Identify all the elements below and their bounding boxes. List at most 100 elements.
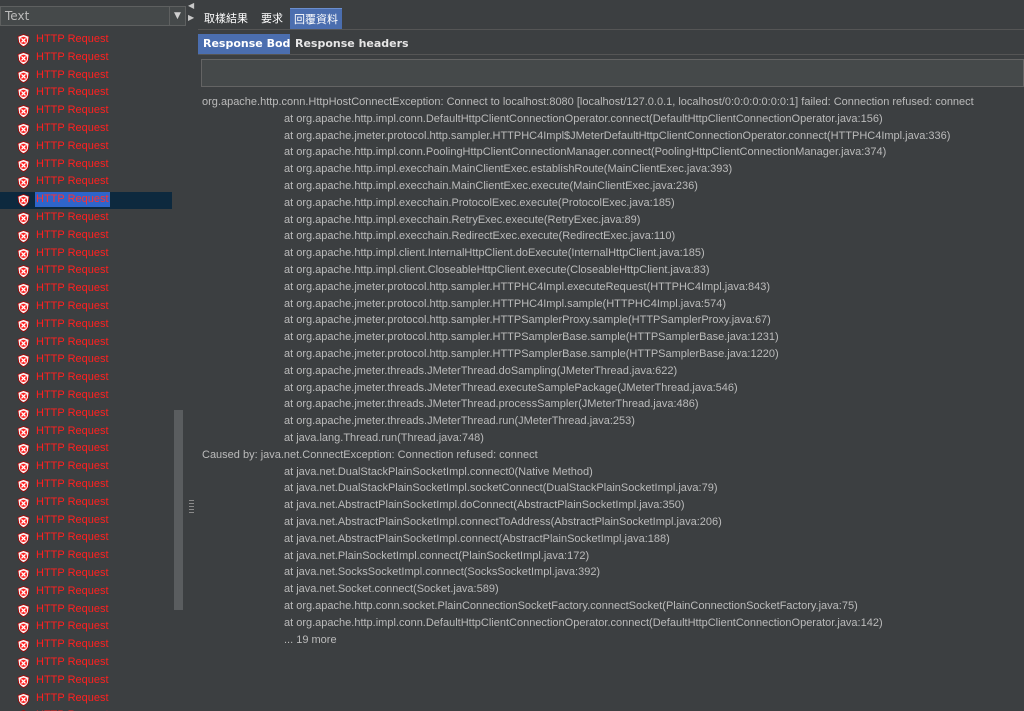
tree-item-http-request[interactable]: HTTP Request [0,210,172,227]
stack-frame-line: at org.apache.http.impl.execchain.RetryE… [284,213,641,226]
error-shield-icon [17,318,30,332]
tree-item-http-request[interactable]: HTTP Request [0,691,172,708]
stack-frame-line: at org.apache.jmeter.threads.JMeterThrea… [284,364,678,377]
error-shield-icon [17,123,30,136]
tree-item-http-request[interactable]: HTTP Request [0,174,172,191]
stack-frame-line: at org.apache.jmeter.protocol.http.sampl… [284,314,771,327]
tree-item-http-request[interactable]: HTTP Request [0,85,172,102]
tree-item-http-request[interactable]: HTTP Request [0,299,172,316]
result-tabs: 取樣結果 要求 回覆資料 [198,8,1024,30]
tree-item-http-request[interactable]: HTTP Request [0,584,172,601]
tabs-divider [198,29,1024,30]
stack-frame-line: at org.apache.jmeter.protocol.http.sampl… [284,331,779,344]
tree-item-label: HTTP Request [36,86,109,99]
tree-item-http-request[interactable]: HTTP Request [0,441,172,458]
stack-frame-line: at org.apache.http.impl.conn.DefaultHttp… [284,616,883,629]
stack-frame-line: ... 19 more [284,633,337,646]
tree-item-label: HTTP Request [36,157,109,170]
tree-item-http-request[interactable]: HTTP Request [0,602,172,619]
collapse-left-icon[interactable]: ◀ [188,2,194,10]
error-shield-icon [17,692,30,706]
response-search-input[interactable] [201,59,1024,87]
stack-frame-line: at org.apache.http.impl.execchain.MainCl… [284,163,733,176]
tree-item-http-request[interactable]: HTTP Request [0,192,172,210]
error-shield-icon [17,301,30,314]
tab-sampler-result[interactable]: 取樣結果 [200,8,252,29]
tree-scrollbar-thumb[interactable] [174,410,183,610]
tree-item-http-request[interactable]: HTTP Request [0,513,172,530]
stack-frame-line: at java.net.AbstractPlainSocketImpl.doCo… [284,499,685,512]
tree-item-http-request[interactable]: HTTP Request [0,157,172,174]
tree-item-label: HTTP Request [36,246,109,259]
tree-item-http-request[interactable]: HTTP Request [0,424,172,441]
chevron-down-icon[interactable]: ▼ [170,6,186,26]
tree-item-http-request[interactable]: HTTP Request [0,281,172,298]
pane-splitter[interactable]: ◀ ▶ [186,0,198,711]
stack-frame-line: at org.apache.http.conn.socket.PlainConn… [284,599,858,612]
tree-item-http-request[interactable]: HTTP Request [0,673,172,690]
error-shield-icon [17,550,30,564]
stack-frame-line: at java.net.AbstractPlainSocketImpl.conn… [284,515,722,528]
renderer-selected-value[interactable]: Text [0,6,170,26]
tree-item-http-request[interactable]: HTTP Request [0,459,172,476]
tree-item-http-request[interactable]: HTTP Request [0,406,172,423]
tree-item-label: HTTP Request [36,211,109,223]
tree-item-http-request[interactable]: HTTP Request [0,495,172,512]
error-shield-icon [17,34,30,47]
tree-item-http-request[interactable]: HTTP Request [0,317,172,334]
tree-item-label: HTTP Request [36,282,109,295]
tree-item-http-request[interactable]: HTTP Request [0,50,172,67]
tree-item-label: HTTP Request [36,122,109,134]
response-body-area[interactable]: org.apache.http.conn.HttpHostConnectExce… [198,92,1024,711]
tree-item-http-request[interactable]: HTTP Request [0,263,172,280]
tree-item-http-request[interactable]: HTTP Request [0,335,172,352]
tree-item-http-request[interactable]: HTTP Request [0,548,172,565]
tree-scrollbar[interactable] [173,32,184,711]
tree-item-label: HTTP Request [36,175,109,188]
tree-item-http-request[interactable]: HTTP Request [0,530,172,547]
tree-item-label: HTTP Request [36,442,109,455]
tree-item-http-request[interactable]: HTTP Request [0,246,172,263]
tree-item-http-request[interactable]: HTTP Request [0,352,172,369]
stack-frame-line: at org.apache.http.impl.client.InternalH… [284,247,705,260]
collapse-right-icon[interactable]: ▶ [188,14,194,22]
tree-item-label: HTTP Request [36,228,109,241]
error-shield-icon [17,479,30,492]
tree-item-http-request[interactable]: HTTP Request [0,655,172,672]
error-shield-icon [17,229,30,243]
tree-item-http-request[interactable]: HTTP Request [0,637,172,654]
tree-item-label: HTTP Request [36,513,109,526]
tree-item-http-request[interactable]: HTTP Request [0,103,172,120]
splitter-grip-icon[interactable] [189,500,194,514]
stack-frame-line: at java.lang.Thread.run(Thread.java:748) [284,431,484,444]
error-shield-icon [17,568,30,581]
error-shield-icon [17,87,30,101]
tab-response-data[interactable]: 回覆資料 [290,8,342,29]
tree-item-http-request[interactable]: HTTP Request [0,566,172,583]
error-shield-icon [17,532,30,546]
tree-item-http-request[interactable]: HTTP Request [0,68,172,85]
tree-item-http-request[interactable]: HTTP Request [0,139,172,156]
tree-item-label: HTTP Request [36,673,109,686]
stack-frame-line: at java.net.DualStackPlainSocketImpl.soc… [284,482,718,495]
tab-response-headers[interactable]: Response headers [290,34,414,54]
tree-item-http-request[interactable]: HTTP Request [0,388,172,405]
tree-item-label: HTTP Request [36,638,109,651]
tree-item-http-request[interactable]: HTTP Request [0,370,172,387]
tree-item-label: HTTP Request [36,406,109,419]
error-shield-icon [17,639,30,653]
results-tree-panel: Text ▼ HTTP Request HTTP Request HTTP Requ… [0,0,186,711]
renderer-dropdown[interactable]: Text ▼ [0,6,186,28]
stack-frame-line: at java.net.DualStackPlainSocketImpl.con… [284,465,593,478]
sample-results-tree: HTTP Request HTTP Request HTTP Request HTTP… [0,32,172,711]
error-shield-icon [17,140,30,154]
tab-request[interactable]: 要求 [257,8,287,29]
tree-item-http-request[interactable]: HTTP Request [0,32,172,49]
tab-response-body[interactable]: Response Body [198,34,303,54]
tree-item-http-request[interactable]: HTTP Request [0,619,172,636]
tree-item-http-request[interactable]: HTTP Request [0,477,172,494]
tree-item-http-request[interactable]: HTTP Request [0,121,172,138]
error-shield-icon [17,461,30,475]
tree-item-http-request[interactable]: HTTP Request [0,228,172,245]
error-shield-icon [17,603,30,617]
